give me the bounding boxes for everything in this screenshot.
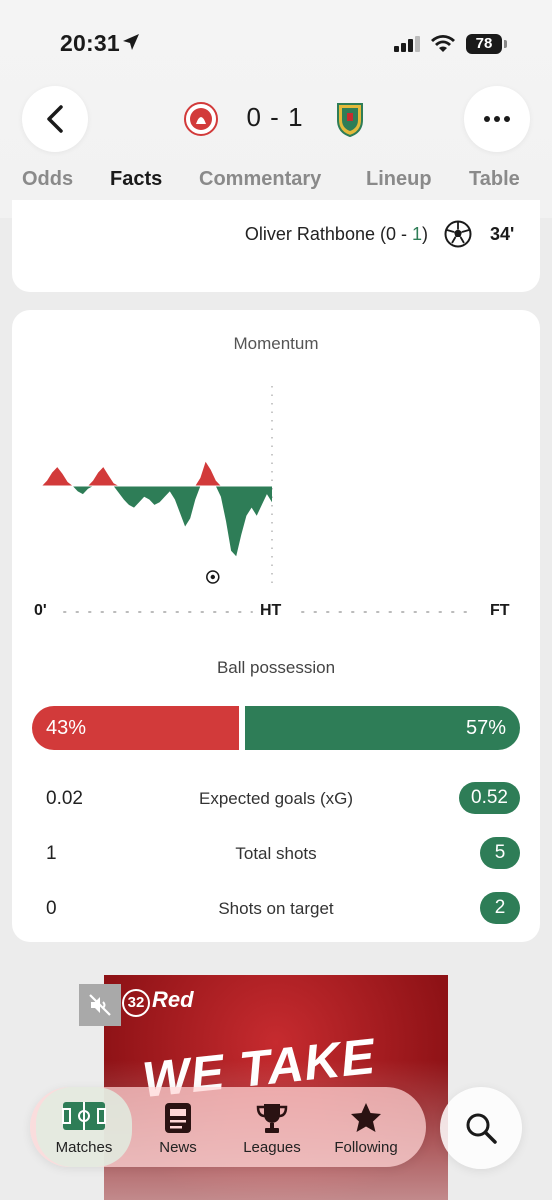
- search-button[interactable]: [440, 1087, 522, 1169]
- cell-signal-icon: [394, 36, 420, 52]
- search-icon: [466, 1113, 497, 1144]
- battery-nub: [504, 40, 507, 48]
- tab-odds[interactable]: Odds: [22, 168, 73, 191]
- nav-label: Leagues: [243, 1139, 301, 1156]
- more-options-button[interactable]: [464, 86, 530, 152]
- news-icon: [165, 1103, 191, 1133]
- stat-row-xg: 0.02 Expected goals (xG) 0.52: [12, 782, 540, 816]
- match-tabs: Odds Facts Commentary Lineup Table: [0, 168, 552, 198]
- pitch-icon: [62, 1102, 106, 1130]
- nav-following[interactable]: Following: [318, 1087, 414, 1167]
- stat-label: Total shots: [235, 844, 317, 863]
- momentum-chart: [42, 386, 273, 586]
- nav-leagues[interactable]: Leagues: [224, 1087, 320, 1167]
- status-time: 20:31: [60, 30, 120, 56]
- nav-label: Following: [334, 1139, 398, 1156]
- stat-away-badge: 0.52: [459, 782, 520, 814]
- momentum-title: Momentum: [233, 334, 319, 353]
- goal-minute: 34': [490, 224, 515, 244]
- momentum-home-area: [42, 461, 272, 486]
- stat-label: Shots on target: [218, 899, 334, 918]
- wifi-icon: [431, 35, 455, 52]
- stat-row-total-shots: 1 Total shots 5: [12, 837, 540, 871]
- possession-title: Ball possession: [216, 658, 336, 677]
- trophy-icon: [256, 1104, 288, 1133]
- events-card: Oliver Rathbone (0 - 1) 34': [12, 200, 540, 292]
- home-team-crest-icon: [184, 102, 218, 136]
- tab-lineup[interactable]: Lineup: [366, 168, 432, 191]
- soccer-ball-icon: [444, 220, 472, 248]
- tab-table[interactable]: Table: [469, 168, 520, 191]
- tab-commentary[interactable]: Commentary: [199, 168, 321, 191]
- nav-matches[interactable]: Matches: [36, 1087, 132, 1167]
- score-text: 0 - 1: [246, 102, 304, 132]
- possession-away: 57%: [245, 706, 520, 750]
- match-score: 0 - 1: [180, 98, 370, 142]
- tab-facts[interactable]: Facts: [110, 168, 162, 191]
- nav-label: News: [159, 1139, 197, 1156]
- bottom-navigation: Matches News Leagues Following: [30, 1087, 426, 1167]
- star-icon: [351, 1103, 381, 1132]
- stats-card: Momentum 0' HT FT Ball possession 43% 57…: [12, 310, 540, 942]
- back-button[interactable]: [22, 86, 88, 152]
- mute-button[interactable]: [79, 984, 121, 1026]
- nav-news[interactable]: News: [130, 1087, 226, 1167]
- possession-home: 43%: [32, 706, 240, 750]
- stat-away-badge: 2: [480, 892, 520, 924]
- speaker-muted-icon: [89, 994, 111, 1016]
- momentum-away-area: [42, 486, 272, 557]
- goal-scorer: Oliver Rathbone (0 - 1): [244, 224, 428, 244]
- battery-level: 78: [466, 34, 502, 54]
- nav-label: Matches: [55, 1139, 113, 1156]
- stat-away-badge: 5: [480, 837, 520, 869]
- away-team-crest-icon: [337, 103, 363, 138]
- possession-bar: 43% 57%: [32, 706, 520, 750]
- ad-logo: 32 Red: [122, 987, 194, 1017]
- status-bar: 20:31 78: [0, 0, 552, 82]
- chevron-left-icon: [47, 105, 63, 133]
- stat-row-shots-on-target: 0 Shots on target 2: [12, 892, 540, 926]
- ellipsis-icon: [484, 116, 510, 122]
- location-arrow-icon: [123, 34, 139, 50]
- axis-dotted-line: [63, 611, 475, 613]
- soccer-ball-icon: [206, 570, 220, 584]
